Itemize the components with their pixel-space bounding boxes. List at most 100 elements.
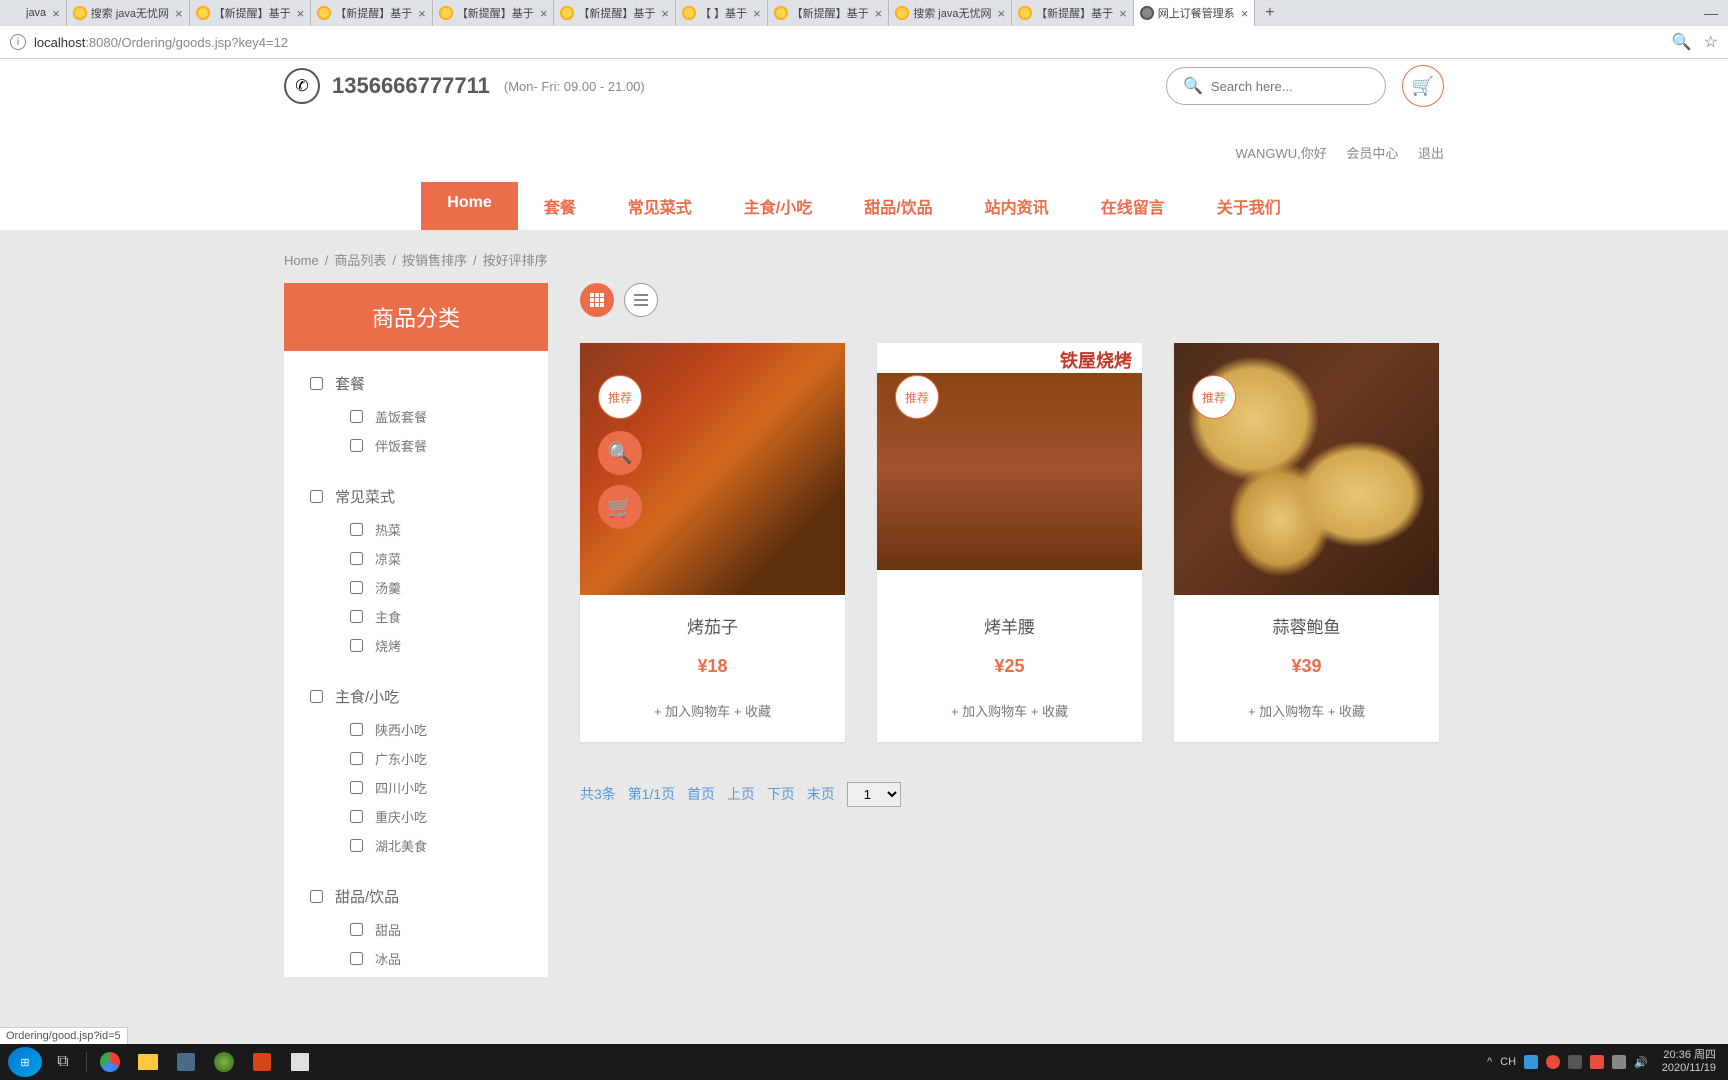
nav-item[interactable]: 关于我们 [1191, 182, 1307, 230]
category-checkbox[interactable] [350, 723, 363, 736]
breadcrumb-link[interactable]: 按销售排序 [402, 253, 467, 268]
tab-close-icon[interactable]: × [175, 6, 183, 21]
browser-tab[interactable]: 【新提醒】基于× [190, 0, 312, 26]
category-checkbox[interactable] [350, 923, 363, 936]
category-child[interactable]: 湖北美食 [310, 831, 528, 860]
browser-tab[interactable]: 搜索 java无忧网× [889, 0, 1012, 26]
app-taskbar-icon-2[interactable] [207, 1047, 241, 1077]
browser-tab[interactable]: java× [2, 0, 67, 26]
zoom-icon[interactable]: 🔍 [1672, 32, 1692, 52]
tab-close-icon[interactable]: × [753, 6, 761, 21]
minimize-icon[interactable]: — [1704, 5, 1718, 21]
app-taskbar-icon-3[interactable] [245, 1047, 279, 1077]
category-checkbox[interactable] [350, 810, 363, 823]
browser-tab[interactable]: 搜索 java无忧网× [67, 0, 190, 26]
browser-tab[interactable]: 网上订餐管理系× [1134, 0, 1256, 26]
member-center-link[interactable]: 会员中心 [1346, 146, 1398, 161]
category-checkbox[interactable] [350, 439, 363, 452]
tab-close-icon[interactable]: × [998, 6, 1006, 21]
category-checkbox[interactable] [350, 523, 363, 536]
taskbar-clock[interactable]: 20:36 周四 2020/11/19 [1656, 1049, 1722, 1075]
app-taskbar-icon-1[interactable] [169, 1047, 203, 1077]
tab-close-icon[interactable]: × [540, 6, 548, 21]
url-display[interactable]: localhost:8080/Ordering/goods.jsp?key4=1… [34, 35, 288, 50]
category-parent[interactable]: 甜品/饮品 [310, 878, 528, 915]
browser-tab[interactable]: 【新提醒】基于× [1012, 0, 1134, 26]
page-first[interactable]: 首页 [687, 786, 715, 802]
category-child[interactable]: 热菜 [310, 515, 528, 544]
category-child[interactable]: 四川小吃 [310, 773, 528, 802]
new-tab-button[interactable]: + [1255, 4, 1284, 22]
grid-view-button[interactable] [580, 283, 614, 317]
category-child[interactable]: 凉菜 [310, 544, 528, 573]
category-child[interactable]: 汤羹 [310, 573, 528, 602]
browser-tab[interactable]: 【新提醒】基于× [311, 0, 433, 26]
category-child[interactable]: 广东小吃 [310, 744, 528, 773]
page-next[interactable]: 下页 [767, 786, 795, 802]
tray-icon-1[interactable] [1524, 1055, 1538, 1069]
category-checkbox[interactable] [310, 890, 323, 903]
tray-icon-2[interactable] [1546, 1055, 1560, 1069]
category-parent[interactable]: 套餐 [310, 365, 528, 402]
add-to-cart-link[interactable]: + 加入购物车 [654, 704, 730, 719]
ime-indicator[interactable]: CH [1500, 1056, 1516, 1068]
category-child[interactable]: 盖饭套餐 [310, 402, 528, 431]
task-view-button[interactable]: ⧉ [46, 1047, 80, 1077]
quick-cart-button[interactable]: 🛒 [598, 485, 642, 529]
nav-item[interactable]: 甜品/饮品 [838, 182, 958, 230]
breadcrumb-link[interactable]: 商品列表 [334, 253, 386, 268]
category-child[interactable]: 重庆小吃 [310, 802, 528, 831]
quick-view-button[interactable]: 🔍 [598, 431, 642, 475]
category-checkbox[interactable] [310, 490, 323, 503]
tray-icon-5[interactable] [1612, 1055, 1626, 1069]
category-child[interactable]: 烧烤 [310, 631, 528, 660]
product-image[interactable]: 推荐 [877, 343, 1142, 595]
tray-up-icon[interactable]: ^ [1487, 1056, 1492, 1068]
add-to-favorite-link[interactable]: + 收藏 [1031, 704, 1068, 719]
category-child[interactable]: 伴饭套餐 [310, 431, 528, 460]
page-prev[interactable]: 上页 [727, 786, 755, 802]
category-child[interactable]: 冰品 [310, 944, 528, 973]
nav-item[interactable]: Home [421, 182, 517, 230]
search-box[interactable]: 🔍 [1166, 67, 1386, 105]
browser-tab[interactable]: 【新提醒】基于× [554, 0, 676, 26]
volume-icon[interactable]: 🔊 [1634, 1056, 1648, 1069]
category-parent[interactable]: 常见菜式 [310, 478, 528, 515]
add-to-favorite-link[interactable]: + 收藏 [734, 704, 771, 719]
product-image[interactable]: 推荐 [1174, 343, 1439, 595]
product-card[interactable]: 推荐烤羊腰¥25+ 加入购物车 + 收藏 [877, 343, 1142, 742]
browser-tab[interactable]: 【新提醒】基于× [768, 0, 890, 26]
nav-item[interactable]: 在线留言 [1075, 182, 1191, 230]
browser-tab[interactable]: 【 】基于× [676, 0, 768, 26]
category-checkbox[interactable] [350, 552, 363, 565]
category-checkbox[interactable] [350, 952, 363, 965]
search-input[interactable] [1211, 79, 1369, 94]
start-button[interactable]: ⊞ [8, 1047, 42, 1077]
category-checkbox[interactable] [350, 781, 363, 794]
logout-link[interactable]: 退出 [1418, 146, 1444, 161]
page-select[interactable]: 1 [847, 782, 901, 807]
cart-button[interactable]: 🛒 [1402, 65, 1444, 107]
add-to-cart-link[interactable]: + 加入购物车 [1248, 704, 1324, 719]
breadcrumb-link[interactable]: 按好评排序 [483, 253, 548, 268]
category-checkbox[interactable] [350, 581, 363, 594]
app-taskbar-icon-4[interactable] [283, 1047, 317, 1077]
tray-icon-4[interactable] [1590, 1055, 1604, 1069]
tab-close-icon[interactable]: × [52, 6, 60, 21]
add-to-cart-link[interactable]: + 加入购物车 [951, 704, 1027, 719]
category-parent[interactable]: 主食/小吃 [310, 678, 528, 715]
chrome-taskbar-icon[interactable] [93, 1047, 127, 1077]
category-child[interactable]: 主食 [310, 602, 528, 631]
category-checkbox[interactable] [350, 639, 363, 652]
add-to-favorite-link[interactable]: + 收藏 [1328, 704, 1365, 719]
category-checkbox[interactable] [350, 610, 363, 623]
explorer-taskbar-icon[interactable] [131, 1047, 165, 1077]
category-checkbox[interactable] [310, 690, 323, 703]
site-info-icon[interactable]: i [10, 34, 26, 50]
nav-item[interactable]: 主食/小吃 [718, 182, 838, 230]
category-checkbox[interactable] [350, 410, 363, 423]
tab-close-icon[interactable]: × [1119, 6, 1127, 21]
nav-item[interactable]: 常见菜式 [602, 182, 718, 230]
tab-close-icon[interactable]: × [1241, 6, 1249, 21]
page-last[interactable]: 末页 [807, 786, 835, 802]
